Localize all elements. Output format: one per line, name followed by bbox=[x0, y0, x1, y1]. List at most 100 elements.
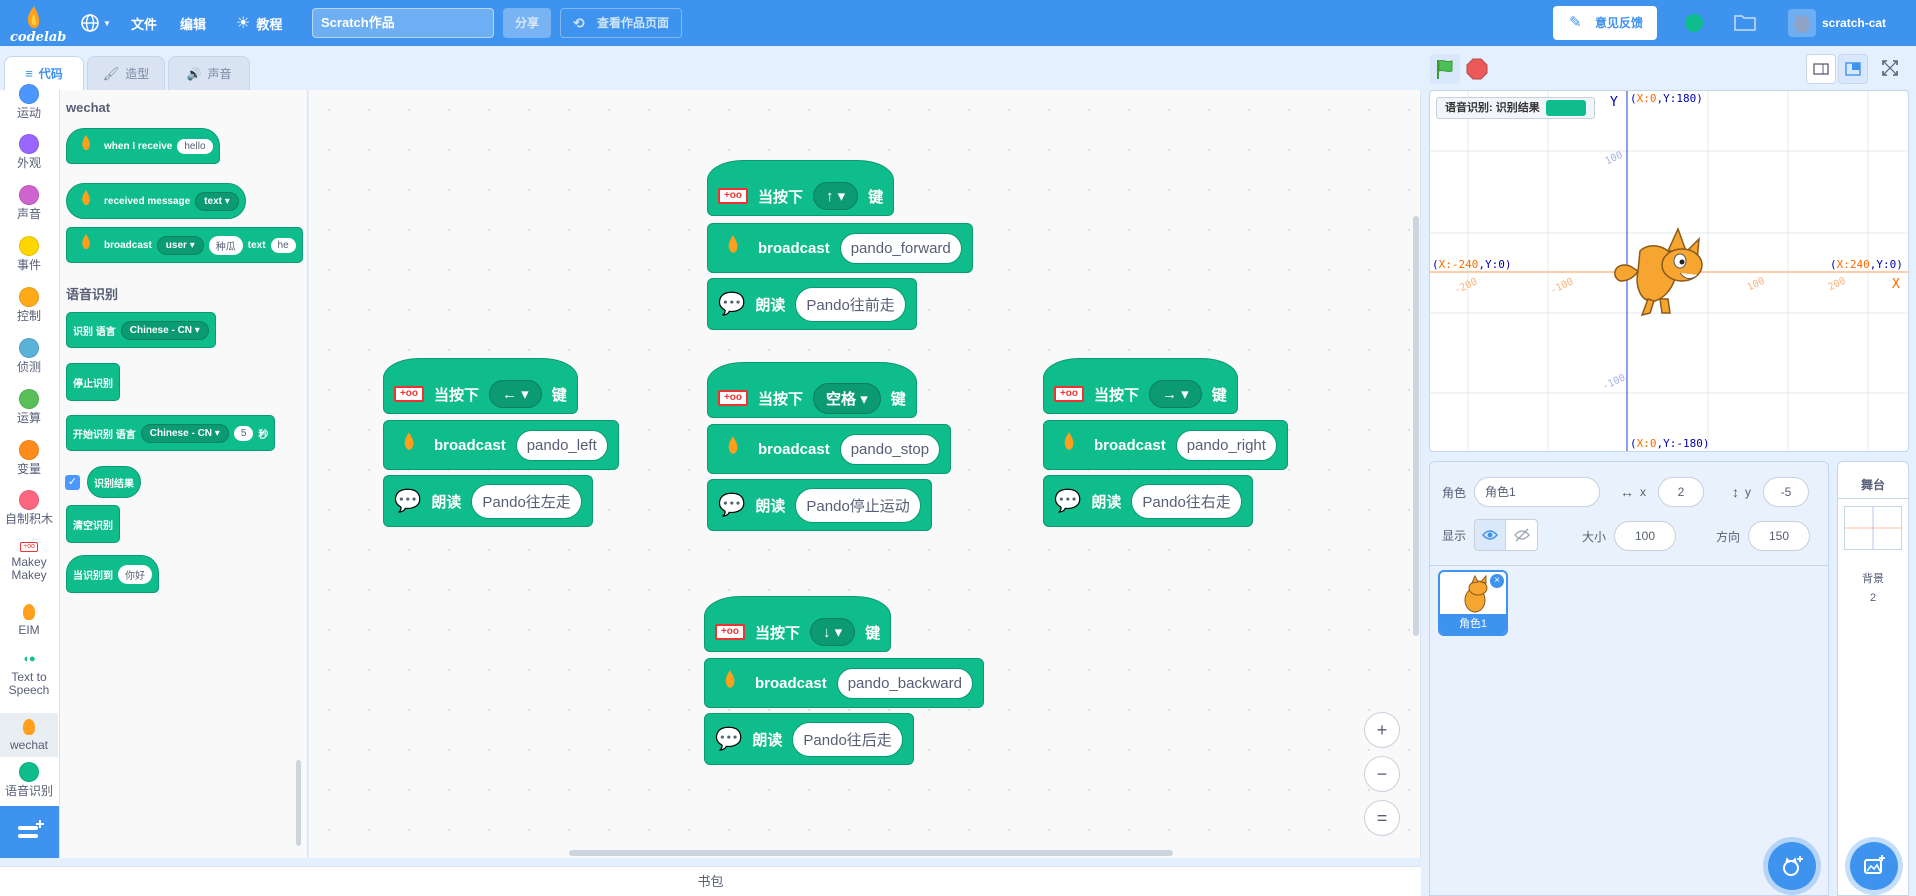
category-speech-recognition[interactable]: 语音识别 bbox=[0, 762, 58, 798]
result-monitor[interactable]: 语音识别: 识别结果 bbox=[1436, 97, 1595, 119]
file-menu[interactable]: 文件 bbox=[131, 0, 157, 46]
block-dropdown[interactable]: Chinese - CN ▾ bbox=[120, 320, 209, 340]
edit-menu[interactable]: 编辑 bbox=[180, 0, 206, 46]
speak-block[interactable]: 💬 朗读 Pando往右走 bbox=[1043, 475, 1253, 527]
normal-stage-button[interactable] bbox=[1838, 54, 1868, 84]
broadcast-block[interactable]: broadcast pando_stop bbox=[707, 424, 952, 474]
tutorial-menu[interactable]: ☀ 教程 bbox=[236, 0, 282, 46]
speak-block[interactable]: 💬 朗读 Pando停止运动 bbox=[707, 479, 932, 531]
message-input[interactable]: pando_stop bbox=[839, 433, 941, 465]
small-stage-button[interactable] bbox=[1806, 54, 1836, 84]
speak-block[interactable]: 💬 朗读 Pando往前走 bbox=[707, 278, 917, 330]
when-key-pressed-block[interactable]: +oo 当按下 → ▾ 键 bbox=[1043, 358, 1238, 414]
block-input[interactable]: 5 bbox=[233, 425, 254, 441]
status-indicator[interactable] bbox=[1685, 14, 1703, 32]
speak-block[interactable]: 💬 朗读 Pando往左走 bbox=[383, 475, 593, 527]
key-dropdown[interactable]: ↓ ▾ bbox=[810, 618, 856, 646]
y-input[interactable]: -5 bbox=[1763, 477, 1809, 507]
speech-text-input[interactable]: Pando往后走 bbox=[792, 721, 903, 757]
message-input[interactable]: pando_right bbox=[1175, 429, 1277, 461]
zoom-out-button[interactable]: − bbox=[1364, 756, 1400, 792]
sprite-name-input[interactable]: 角色1 bbox=[1474, 477, 1601, 507]
language-menu[interactable]: ▼ bbox=[80, 0, 111, 46]
category-operators[interactable]: 运算 bbox=[0, 389, 58, 425]
category-variables[interactable]: 变量 bbox=[0, 440, 58, 476]
stage-thumbnail[interactable] bbox=[1844, 506, 1902, 550]
category-motion[interactable]: 运动 bbox=[0, 84, 58, 120]
add-sprite-button[interactable] bbox=[1768, 842, 1816, 890]
category-control[interactable]: 控制 bbox=[0, 287, 58, 323]
stage-selector-pane[interactable]: 舞台 背景 2 bbox=[1837, 461, 1909, 896]
result-monitor-checkbox[interactable]: ✓ bbox=[65, 475, 80, 490]
category-wechat[interactable]: wechat bbox=[0, 713, 58, 757]
block-input[interactable]: 种瓜 bbox=[208, 235, 243, 255]
palette-block-when-heard[interactable]: 当识别到 你好 bbox=[66, 555, 159, 593]
username[interactable]: scratch-cat bbox=[1822, 0, 1886, 46]
see-project-page-button[interactable]: ⟲ 查看作品页面 bbox=[560, 8, 682, 38]
message-input[interactable]: pando_backward bbox=[836, 667, 973, 699]
hide-sprite-button[interactable] bbox=[1506, 519, 1539, 551]
message-input[interactable]: pando_forward bbox=[839, 232, 962, 264]
category-text-to-speech[interactable]: ◖● Text to Speech bbox=[0, 653, 58, 697]
broadcast-block[interactable]: broadcast pando_right bbox=[1043, 420, 1288, 470]
stop-button[interactable] bbox=[1462, 54, 1492, 84]
x-input[interactable]: 2 bbox=[1658, 477, 1704, 507]
when-key-pressed-block[interactable]: +oo 当按下 ↑ ▾ 键 bbox=[707, 160, 895, 216]
stage-canvas[interactable]: 语音识别: 识别结果 Y (X:0,Y:180) (X:0,Y:-180) (X… bbox=[1429, 90, 1909, 452]
when-key-pressed-block[interactable]: +oo 当按下 ← ▾ 键 bbox=[383, 358, 578, 414]
tab-sounds[interactable]: 🔊 声音 bbox=[168, 56, 250, 90]
green-flag-button[interactable] bbox=[1430, 54, 1460, 84]
block-input[interactable]: hello bbox=[177, 138, 213, 154]
palette-block-received-message[interactable]: received message text ▾ bbox=[66, 183, 246, 219]
key-dropdown[interactable]: → ▾ bbox=[1149, 380, 1202, 408]
zoom-reset-button[interactable]: = bbox=[1364, 800, 1400, 836]
broadcast-block[interactable]: broadcast pando_left bbox=[383, 420, 619, 470]
share-button[interactable]: 分享 bbox=[503, 8, 551, 38]
project-title-input[interactable]: Scratch作品 bbox=[312, 8, 494, 38]
script-workspace[interactable]: +oo 当按下 ↑ ▾ 键 broadcast pando_forward 💬 … bbox=[309, 90, 1421, 858]
speech-text-input[interactable]: Pando往左走 bbox=[471, 483, 582, 519]
block-dropdown[interactable]: text ▾ bbox=[195, 191, 239, 211]
block-dropdown[interactable]: user ▾ bbox=[156, 235, 204, 255]
category-eim[interactable]: EIM bbox=[0, 604, 58, 637]
speech-text-input[interactable]: Pando往前走 bbox=[795, 286, 906, 322]
when-key-pressed-block[interactable]: +oo 当按下 空格 ▾ 键 bbox=[707, 362, 917, 418]
block-dropdown[interactable]: Chinese - CN ▾ bbox=[140, 423, 229, 443]
broadcast-block[interactable]: broadcast pando_backward bbox=[704, 658, 984, 708]
palette-block-broadcast[interactable]: broadcast user ▾ 种瓜 text he bbox=[66, 227, 303, 263]
palette-block-result[interactable]: 识别结果 bbox=[87, 466, 141, 498]
direction-input[interactable]: 150 bbox=[1748, 521, 1811, 551]
speak-block[interactable]: 💬 朗读 Pando往后走 bbox=[704, 713, 914, 765]
broadcast-block[interactable]: broadcast pando_forward bbox=[707, 223, 973, 273]
speech-text-input[interactable]: Pando往右走 bbox=[1131, 483, 1242, 519]
category-sensing[interactable]: 侦测 bbox=[0, 338, 58, 374]
palette-block-when-receive[interactable]: when I receive hello bbox=[66, 128, 220, 164]
backpack[interactable]: 书包 bbox=[0, 866, 1421, 896]
block-input[interactable]: 你好 bbox=[118, 564, 152, 584]
palette-block-stop[interactable]: 停止识别 bbox=[66, 363, 120, 401]
show-sprite-button[interactable] bbox=[1474, 519, 1507, 551]
sprite-thumbnail[interactable]: 角色1 × bbox=[1438, 570, 1508, 636]
folder-icon[interactable] bbox=[1734, 13, 1756, 34]
key-dropdown[interactable]: ↑ ▾ bbox=[813, 182, 859, 210]
category-makey-makey[interactable]: +oo Makey Makey bbox=[0, 542, 58, 582]
add-backdrop-button[interactable] bbox=[1850, 842, 1898, 890]
fullscreen-button[interactable] bbox=[1876, 54, 1906, 84]
category-sound[interactable]: 声音 bbox=[0, 185, 58, 221]
palette-block-clear[interactable]: 清空识别 bbox=[66, 505, 120, 543]
key-dropdown[interactable]: 空格 ▾ bbox=[813, 382, 881, 414]
palette-block-recognize-lang[interactable]: 识别 语言 Chinese - CN ▾ bbox=[66, 312, 216, 348]
category-my-blocks[interactable]: 自制积木 bbox=[0, 490, 58, 526]
avatar[interactable] bbox=[1788, 9, 1816, 37]
category-looks[interactable]: 外观 bbox=[0, 134, 58, 170]
zoom-in-button[interactable]: + bbox=[1364, 712, 1400, 748]
category-events[interactable]: 事件 bbox=[0, 236, 58, 272]
workspace-horizontal-scrollbar[interactable] bbox=[569, 850, 1173, 856]
scratch-cat-sprite[interactable] bbox=[1610, 221, 1710, 321]
palette-scrollbar[interactable] bbox=[296, 760, 301, 846]
feedback-button[interactable]: ✎ 意见反馈 bbox=[1553, 6, 1657, 40]
add-extension-button[interactable] bbox=[0, 806, 59, 858]
size-input[interactable]: 100 bbox=[1614, 521, 1677, 551]
message-input[interactable]: pando_left bbox=[515, 429, 608, 461]
when-key-pressed-block[interactable]: +oo 当按下 ↓ ▾ 键 bbox=[704, 596, 892, 652]
